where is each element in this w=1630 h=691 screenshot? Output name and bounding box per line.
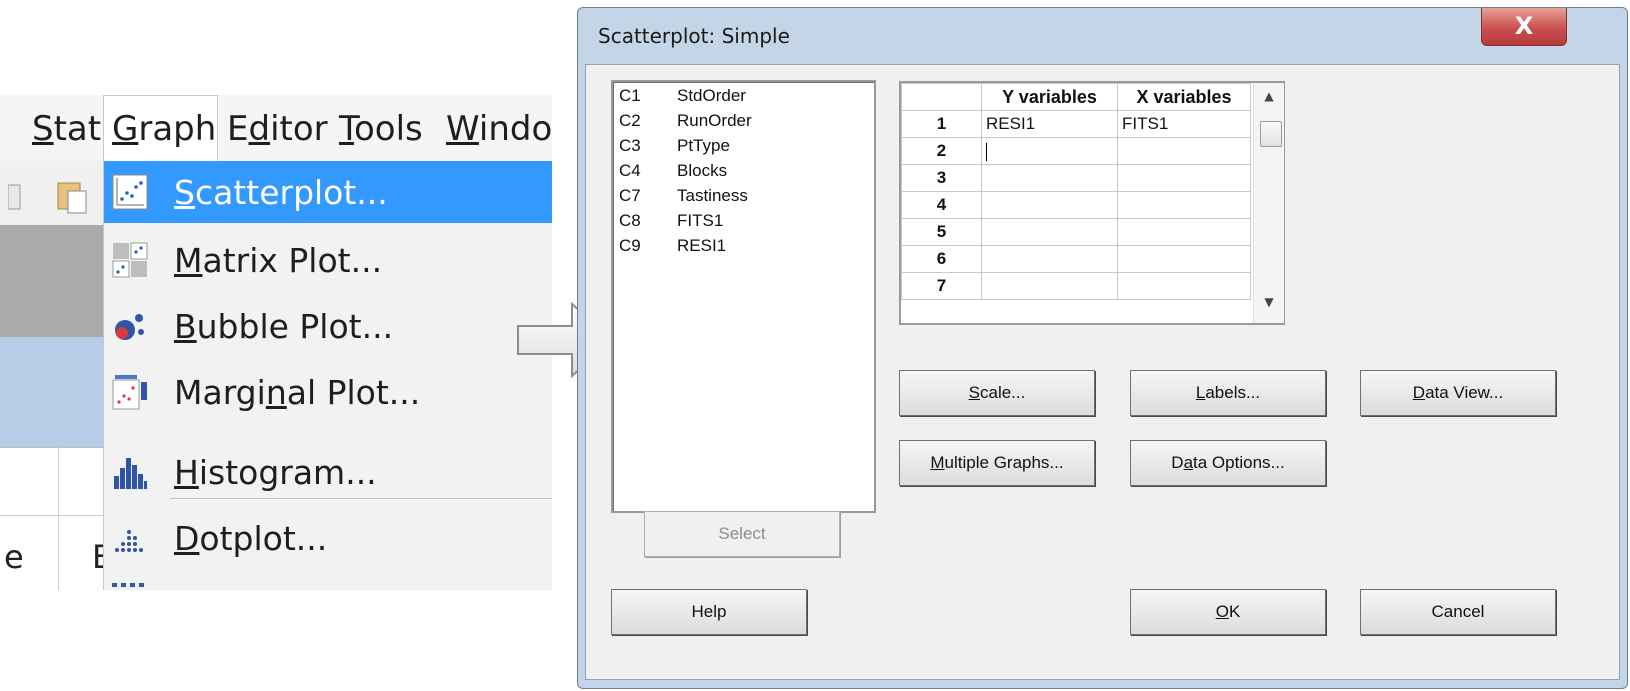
ok-button[interactable]: OK bbox=[1130, 589, 1326, 635]
cancel-button[interactable]: Cancel bbox=[1360, 589, 1556, 635]
menu-item-matrix-plot[interactable]: Matrix Plot... bbox=[104, 229, 552, 291]
row-number: 4 bbox=[901, 191, 982, 219]
data-view-button[interactable]: Data View... bbox=[1360, 370, 1556, 416]
dialog-title-bar: Scatterplot: Simple X bbox=[578, 8, 1627, 64]
scale-button[interactable]: Scale... bbox=[899, 370, 1095, 416]
variables-grid: Y variables X variables 1 RESI1 FITS1 2 … bbox=[899, 81, 1285, 325]
toolbar-fragment bbox=[0, 161, 103, 225]
dialog-title: Scatterplot: Simple bbox=[598, 24, 790, 48]
x-variable-cell[interactable] bbox=[1117, 164, 1251, 192]
menu-stat[interactable]: Stat bbox=[32, 109, 101, 149]
menu-window[interactable]: Windo bbox=[446, 109, 552, 149]
y-variable-cell[interactable] bbox=[981, 218, 1118, 246]
menu-item-bubble-plot[interactable]: Bubble Plot... bbox=[104, 295, 552, 357]
menu-tools[interactable]: Tools bbox=[339, 109, 423, 149]
help-button[interactable]: Help bbox=[611, 589, 807, 635]
worksheet-cells: e E bbox=[0, 447, 112, 590]
histogram-icon bbox=[114, 458, 147, 489]
next-menu-icon-fragment bbox=[112, 577, 152, 590]
y-variable-cell[interactable] bbox=[981, 164, 1118, 192]
y-variable-cell[interactable]: RESI1 bbox=[981, 110, 1118, 138]
table-row: 7 bbox=[901, 272, 1251, 300]
variables-table: Y variables X variables 1 RESI1 FITS1 2 … bbox=[901, 83, 1251, 300]
marginal-plot-icon bbox=[112, 375, 147, 410]
scroll-down-arrow-icon[interactable]: ▼ bbox=[1254, 295, 1284, 311]
x-variable-cell[interactable] bbox=[1117, 137, 1251, 165]
x-variables-header: X variables bbox=[1117, 83, 1251, 111]
labels-button[interactable]: Labels... bbox=[1130, 370, 1326, 416]
row-number: 6 bbox=[901, 245, 982, 273]
data-options-button[interactable]: Data Options... bbox=[1130, 440, 1326, 486]
close-icon: X bbox=[1514, 12, 1534, 40]
menu-graph[interactable]: Graph bbox=[112, 109, 216, 149]
worksheet-column-letter: e bbox=[4, 538, 24, 576]
x-variable-cell[interactable] bbox=[1117, 191, 1251, 219]
y-variable-cell[interactable] bbox=[981, 245, 1118, 273]
table-row: 3 bbox=[901, 164, 1251, 192]
x-variable-cell[interactable] bbox=[1117, 218, 1251, 246]
graph-dropdown-menu: Scatterplot... Matrix Plot... Bubble Plo… bbox=[103, 161, 552, 590]
table-row: 5 bbox=[901, 218, 1251, 246]
select-button[interactable]: Select bbox=[644, 511, 840, 557]
menu-item-histogram[interactable]: Histogram... bbox=[104, 441, 552, 503]
menu-bar: Stat Graph Editor Tools Windo bbox=[0, 95, 552, 162]
multiple-graphs-button[interactable]: Multiple Graphs... bbox=[899, 440, 1095, 486]
column-list[interactable]: C1 StdOrder C2 RunOrder C3 PtType C4 Blocks … bbox=[611, 80, 876, 513]
menu-item-dotplot[interactable]: Dotplot... bbox=[104, 507, 552, 569]
row-number: 2 bbox=[901, 137, 982, 165]
scroll-up-arrow-icon[interactable]: ▲ bbox=[1254, 89, 1284, 105]
paste-icon bbox=[8, 182, 87, 214]
scroll-thumb[interactable] bbox=[1260, 121, 1282, 147]
y-variables-header: Y variables bbox=[981, 83, 1118, 111]
grid-scrollbar[interactable]: ▲ ▼ bbox=[1253, 83, 1284, 323]
x-variable-cell[interactable] bbox=[1117, 272, 1251, 300]
table-row: 6 bbox=[901, 245, 1251, 273]
menu-item-marginal-plot[interactable]: Marginal Plot... bbox=[104, 361, 552, 423]
table-row: 1 RESI1 FITS1 bbox=[901, 110, 1251, 138]
y-variable-cell-active[interactable] bbox=[981, 137, 1118, 165]
table-header-row: Y variables X variables bbox=[901, 83, 1251, 111]
menu-item-scatterplot[interactable]: Scatterplot... bbox=[104, 161, 552, 223]
table-row: 4 bbox=[901, 191, 1251, 219]
text-cursor bbox=[986, 142, 987, 161]
row-number: 1 bbox=[901, 110, 982, 138]
grid-divider bbox=[58, 447, 59, 590]
scatterplot-icon bbox=[112, 174, 148, 210]
worksheet-gray-area bbox=[0, 225, 103, 337]
x-variable-cell[interactable]: FITS1 bbox=[1117, 110, 1251, 138]
minitab-menu-crop: Stat Graph Editor Tools Windo e E Scat bbox=[0, 95, 552, 590]
row-number: 7 bbox=[901, 272, 982, 300]
row-number: 3 bbox=[901, 164, 982, 192]
row-number: 5 bbox=[901, 218, 982, 246]
y-variable-cell[interactable] bbox=[981, 272, 1118, 300]
dialog-client-area: C1 StdOrder C2 RunOrder C3 PtType C4 Blocks … bbox=[585, 64, 1620, 680]
close-button[interactable]: X bbox=[1481, 8, 1567, 46]
scatterplot-simple-dialog: Scatterplot: Simple X C1 StdOrder C2 RunOr… bbox=[577, 7, 1628, 689]
x-variable-cell[interactable] bbox=[1117, 245, 1251, 273]
grid-divider bbox=[0, 515, 103, 516]
y-variable-cell[interactable] bbox=[981, 191, 1118, 219]
bubble-plot-icon bbox=[115, 314, 144, 340]
worksheet-selected-area bbox=[0, 337, 103, 447]
table-corner-cell bbox=[901, 83, 982, 111]
dotplot-icon bbox=[115, 530, 143, 552]
menu-editor[interactable]: Editor bbox=[227, 109, 328, 149]
table-row: 2 bbox=[901, 137, 1251, 165]
matrix-plot-icon bbox=[112, 242, 148, 278]
